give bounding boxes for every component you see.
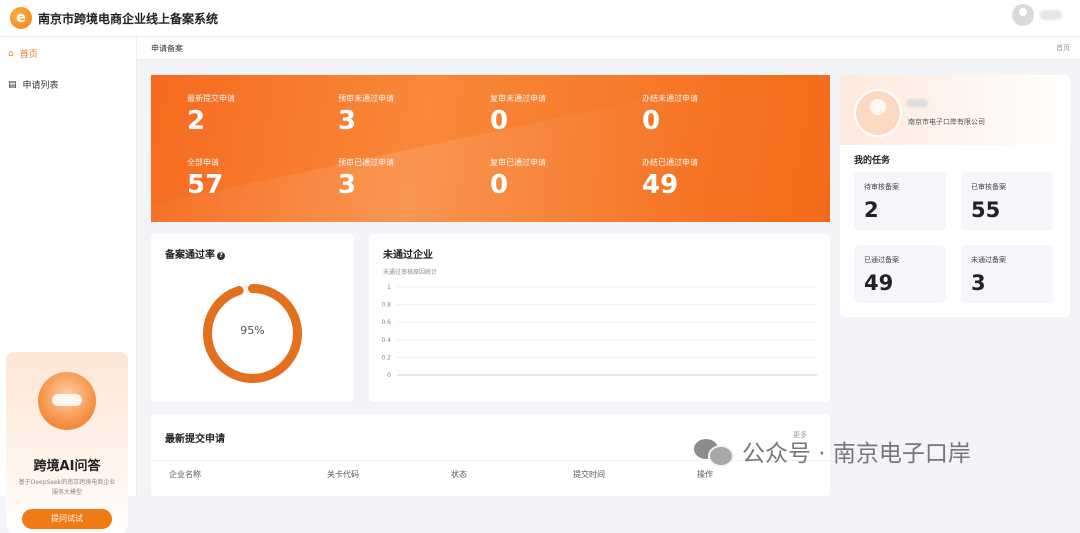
pass-rate-value: 95%	[240, 324, 265, 337]
ai-card-title: 跨境AI问答	[33, 459, 101, 474]
stat-label: 复审未通过申请	[490, 94, 546, 103]
stat-prereview-passed[interactable]: 预审已通过申请 3	[338, 157, 394, 200]
stat-label: 办结未通过申请	[642, 94, 698, 103]
task-label: 未通过备案	[971, 256, 1006, 264]
user-avatar-icon[interactable]	[1012, 4, 1034, 26]
y-tick-label: 0.6	[381, 319, 391, 326]
stat-value: 0	[490, 170, 509, 200]
stat-value: 57	[187, 170, 224, 200]
stat-closed-failed[interactable]: 办结未通过申请 0	[642, 93, 698, 136]
profile-avatar-icon	[854, 89, 902, 137]
top-header: e 南京市跨境电商企业线上备案系统	[0, 0, 1080, 37]
stat-review-passed[interactable]: 复审已通过申请 0	[490, 157, 546, 200]
application-stats-banner: 最新提交申请 2 预审未通过申请 3 复审未通过申请 0 办结未通过申请 0 全…	[151, 75, 830, 222]
stat-label: 办结已通过申请	[642, 158, 698, 167]
ai-card-description: 基于DeepSeek的南京跨境电商企业服务大模型	[18, 479, 116, 496]
task-passed[interactable]: 已通过备案 49	[854, 245, 946, 303]
sidebar-item-label: 首页	[19, 50, 38, 60]
column-header-actions: 操作	[697, 470, 713, 479]
stat-value: 3	[338, 170, 357, 200]
my-tasks-title: 我的任务	[854, 156, 891, 166]
column-header-status: 状态	[451, 470, 467, 479]
profile-card: 南京市电子口岸有限公司 我的任务 待审核备案 2 已审核备案 55 已通过备案 …	[840, 75, 1070, 317]
watermark-text: 公众号 · 南京电子口岸	[742, 441, 971, 467]
breadcrumb-bar: 申请备案 首页	[137, 37, 1080, 60]
sidebar-item-application-list[interactable]: ▤ 申请列表	[8, 78, 59, 92]
home-icon: ⌂	[8, 48, 14, 59]
task-reviewed[interactable]: 已审核备案 55	[961, 172, 1053, 230]
task-label: 已审核备案	[971, 183, 1006, 191]
stat-label: 复审已通过申请	[490, 158, 546, 167]
stat-review-failed[interactable]: 复审未通过申请 0	[490, 93, 546, 136]
stat-label: 全部申请	[187, 158, 219, 167]
stat-value: 2	[187, 106, 206, 136]
y-tick-label: 1	[387, 284, 391, 291]
sidebar-item-home[interactable]: ⌂ 首页	[8, 47, 38, 61]
stat-value: 0	[490, 106, 509, 136]
pass-rate-title: 备案通过率?	[165, 246, 225, 261]
column-header-submit-time: 提交时间	[573, 470, 605, 479]
y-tick-label: 0.4	[381, 337, 391, 344]
sidebar: ⌂ 首页 ▤ 申请列表 跨境AI问答 基于DeepSeek的南京跨境电商企业服务…	[0, 37, 137, 533]
profile-name-redacted	[906, 99, 928, 107]
stat-all-applications[interactable]: 全部申请 57	[187, 157, 223, 200]
stat-label: 预审未通过申请	[338, 94, 394, 103]
column-header-company: 企业名称	[169, 470, 201, 479]
task-label: 待审核备案	[864, 183, 899, 191]
stat-value: 3	[338, 106, 357, 136]
latest-submissions-title: 最新提交申请	[165, 434, 225, 445]
wechat-icon	[694, 437, 734, 467]
stat-closed-passed[interactable]: 办结已通过申请 49	[642, 157, 698, 200]
ask-ai-button[interactable]: 提问试试	[22, 509, 112, 529]
stat-value: 0	[642, 106, 661, 136]
sidebar-item-label: 申请列表	[22, 81, 59, 91]
task-label: 已通过备案	[864, 256, 899, 264]
stat-value: 49	[642, 170, 679, 200]
wechat-watermark: 公众号 · 南京电子口岸	[694, 434, 971, 468]
pass-rate-card: 备案通过率? 95%	[151, 234, 354, 402]
breadcrumb-current: 申请备案	[151, 44, 183, 53]
column-header-customs-code: 关卡代码	[327, 470, 359, 479]
list-icon: ▤	[8, 79, 17, 90]
failed-enterprises-chart: 1 0.8 0.6 0.4 0.2 0	[381, 284, 817, 379]
help-icon[interactable]: ?	[217, 252, 225, 260]
task-value: 49	[864, 271, 894, 295]
breadcrumb-home-link[interactable]: 首页	[1056, 43, 1070, 53]
task-pending-review[interactable]: 待审核备案 2	[854, 172, 946, 230]
app-title: 南京市跨境电商企业线上备案系统	[38, 12, 219, 26]
app-logo-icon[interactable]: e	[10, 7, 32, 29]
task-failed[interactable]: 未通过备案 3	[961, 245, 1053, 303]
y-tick-label: 0	[387, 372, 391, 379]
pass-rate-title-text: 备案通过率	[165, 250, 215, 261]
task-value: 3	[971, 271, 986, 295]
stat-label: 预审已通过申请	[338, 158, 394, 167]
task-value: 55	[971, 198, 1001, 222]
stat-label: 最新提交申请	[187, 94, 235, 103]
ai-mascot-icon	[38, 372, 96, 430]
stat-prereview-failed[interactable]: 预审未通过申请 3	[338, 93, 394, 136]
failed-enterprises-card: 未通过企业 未通过审核原因统计 1 0.8 0.6 0.4 0.2 0	[369, 234, 830, 402]
task-value: 2	[864, 198, 879, 222]
y-tick-label: 0.2	[381, 354, 391, 361]
y-tick-label: 0.8	[381, 302, 391, 309]
ai-qa-card: 跨境AI问答 基于DeepSeek的南京跨境电商企业服务大模型 提问试试	[6, 352, 128, 533]
company-name: 南京市电子口岸有限公司	[908, 118, 985, 126]
user-name-redacted[interactable]	[1040, 10, 1062, 20]
stat-latest-submitted[interactable]: 最新提交申请 2	[187, 93, 235, 136]
